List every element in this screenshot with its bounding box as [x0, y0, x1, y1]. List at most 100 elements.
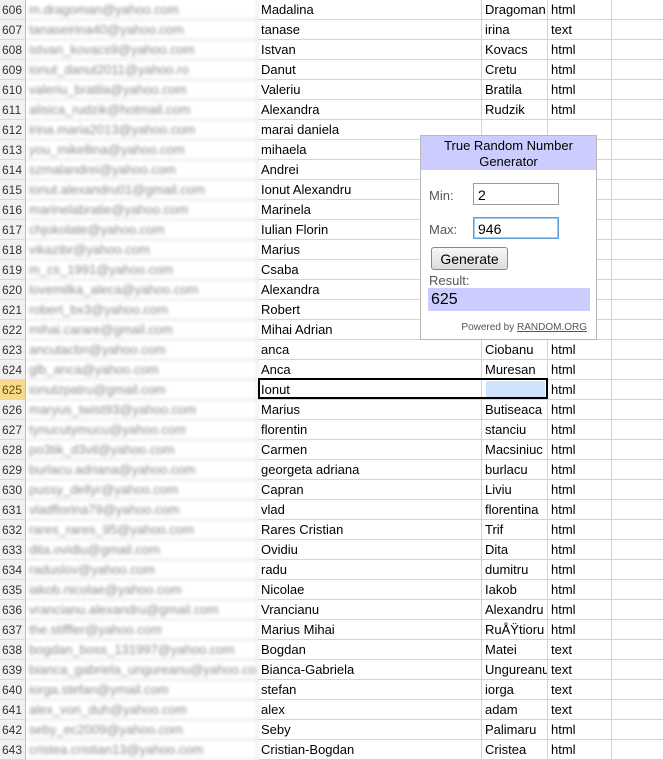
- email-cell[interactable]: you_mikellina@yahoo.com: [26, 140, 258, 160]
- row-header[interactable]: 622: [0, 320, 26, 340]
- row-header[interactable]: 640: [0, 680, 26, 700]
- last-name-cell[interactable]: Cretu: [482, 60, 548, 80]
- generate-button[interactable]: Generate: [431, 247, 508, 270]
- empty-cell[interactable]: [612, 360, 663, 380]
- email-cell[interactable]: cristea.cristian13@yahoo.com: [26, 740, 258, 760]
- empty-cell[interactable]: [612, 460, 663, 480]
- empty-cell[interactable]: [612, 0, 663, 20]
- min-input[interactable]: [473, 183, 559, 205]
- row-header[interactable]: 626: [0, 400, 26, 420]
- empty-cell[interactable]: [612, 720, 663, 740]
- email-cell[interactable]: glb_anca@yahoo.com: [26, 360, 258, 380]
- empty-cell[interactable]: [612, 620, 663, 640]
- format-cell[interactable]: html: [548, 80, 612, 100]
- row-header[interactable]: 625: [0, 380, 26, 400]
- last-name-cell[interactable]: Ciobanu: [482, 340, 548, 360]
- format-cell[interactable]: html: [548, 480, 612, 500]
- last-name-cell[interactable]: Rudzik: [482, 100, 548, 120]
- email-cell[interactable]: po3tik_d3vil@yahoo.com: [26, 440, 258, 460]
- first-name-cell[interactable]: Vrancianu: [258, 600, 482, 620]
- email-cell[interactable]: iorga.stefan@ymail.com: [26, 680, 258, 700]
- first-name-cell[interactable]: Istvan: [258, 40, 482, 60]
- empty-cell[interactable]: [612, 580, 663, 600]
- email-cell[interactable]: bogdan_boss_131997@yahoo.com: [26, 640, 258, 660]
- first-name-cell[interactable]: Anca: [258, 360, 482, 380]
- last-name-cell[interactable]: Liviu: [482, 480, 548, 500]
- last-name-cell[interactable]: adam: [482, 700, 548, 720]
- first-name-cell[interactable]: radu: [258, 560, 482, 580]
- last-name-cell[interactable]: Muresan: [482, 360, 548, 380]
- format-cell[interactable]: html: [548, 420, 612, 440]
- last-name-cell[interactable]: iorga: [482, 680, 548, 700]
- email-cell[interactable]: mihai.carare@gmail.com: [26, 320, 258, 340]
- last-name-cell[interactable]: Dragoman: [482, 0, 548, 20]
- email-cell[interactable]: vikazibr@yahoo.com: [26, 240, 258, 260]
- row-header[interactable]: 613: [0, 140, 26, 160]
- last-name-cell[interactable]: Butiseaca: [482, 400, 548, 420]
- row-header[interactable]: 609: [0, 60, 26, 80]
- empty-cell[interactable]: [612, 20, 663, 40]
- email-cell[interactable]: maryus_twist93@yahoo.com: [26, 400, 258, 420]
- row-header[interactable]: 617: [0, 220, 26, 240]
- last-name-cell[interactable]: dumitru: [482, 560, 548, 580]
- empty-cell[interactable]: [612, 240, 663, 260]
- empty-cell[interactable]: [612, 340, 663, 360]
- first-name-cell[interactable]: Marius: [258, 400, 482, 420]
- empty-cell[interactable]: [612, 700, 663, 720]
- format-cell[interactable]: html: [548, 340, 612, 360]
- row-header[interactable]: 620: [0, 280, 26, 300]
- row-header[interactable]: 616: [0, 200, 26, 220]
- last-name-cell[interactable]: Cristea: [482, 740, 548, 760]
- empty-cell[interactable]: [612, 260, 663, 280]
- email-cell[interactable]: szmalandrei@yahoo.com: [26, 160, 258, 180]
- first-name-cell[interactable]: Ionut: [258, 380, 482, 400]
- format-cell[interactable]: html: [548, 740, 612, 760]
- format-cell[interactable]: text: [548, 700, 612, 720]
- empty-cell[interactable]: [612, 380, 663, 400]
- email-cell[interactable]: seby_ec2009@yahoo.com: [26, 720, 258, 740]
- format-cell[interactable]: html: [548, 520, 612, 540]
- first-name-cell[interactable]: tanase: [258, 20, 482, 40]
- row-header[interactable]: 614: [0, 160, 26, 180]
- format-cell[interactable]: html: [548, 580, 612, 600]
- last-name-cell[interactable]: stanciu: [482, 420, 548, 440]
- row-header[interactable]: 642: [0, 720, 26, 740]
- first-name-cell[interactable]: Carmen: [258, 440, 482, 460]
- last-name-cell[interactable]: Kovacs: [482, 40, 548, 60]
- row-header[interactable]: 624: [0, 360, 26, 380]
- row-header[interactable]: 630: [0, 480, 26, 500]
- empty-cell[interactable]: [612, 740, 663, 760]
- row-header[interactable]: 638: [0, 640, 26, 660]
- empty-cell[interactable]: [612, 300, 663, 320]
- empty-cell[interactable]: [612, 120, 663, 140]
- row-header[interactable]: 610: [0, 80, 26, 100]
- format-cell[interactable]: html: [548, 720, 612, 740]
- max-input[interactable]: [473, 217, 559, 239]
- email-cell[interactable]: ionut.alexandru01@gmail.com: [26, 180, 258, 200]
- row-header[interactable]: 628: [0, 440, 26, 460]
- empty-cell[interactable]: [612, 640, 663, 660]
- email-cell[interactable]: dita.ovidiu@gmail.com: [26, 540, 258, 560]
- last-name-cell[interactable]: Iakob: [482, 580, 548, 600]
- format-cell[interactable]: html: [548, 440, 612, 460]
- row-header[interactable]: 639: [0, 660, 26, 680]
- empty-cell[interactable]: [612, 500, 663, 520]
- row-header[interactable]: 607: [0, 20, 26, 40]
- first-name-cell[interactable]: Valeriu: [258, 80, 482, 100]
- email-cell[interactable]: raduslov@yahoo.com: [26, 560, 258, 580]
- format-cell[interactable]: text: [548, 640, 612, 660]
- last-name-cell[interactable]: Macsiniuc: [482, 440, 548, 460]
- email-cell[interactable]: m_cs_1991@yahoo.com: [26, 260, 258, 280]
- empty-cell[interactable]: [612, 220, 663, 240]
- empty-cell[interactable]: [612, 100, 663, 120]
- row-header[interactable]: 623: [0, 340, 26, 360]
- row-header[interactable]: 612: [0, 120, 26, 140]
- format-cell[interactable]: html: [548, 620, 612, 640]
- empty-cell[interactable]: [612, 280, 663, 300]
- email-cell[interactable]: robert_bx3@yahoo.com: [26, 300, 258, 320]
- first-name-cell[interactable]: Seby: [258, 720, 482, 740]
- first-name-cell[interactable]: Rares Cristian: [258, 520, 482, 540]
- email-cell[interactable]: rares_rares_95@yahoo.com: [26, 520, 258, 540]
- format-cell[interactable]: html: [548, 380, 612, 400]
- email-cell[interactable]: valeriu_bratila@yahoo.com: [26, 80, 258, 100]
